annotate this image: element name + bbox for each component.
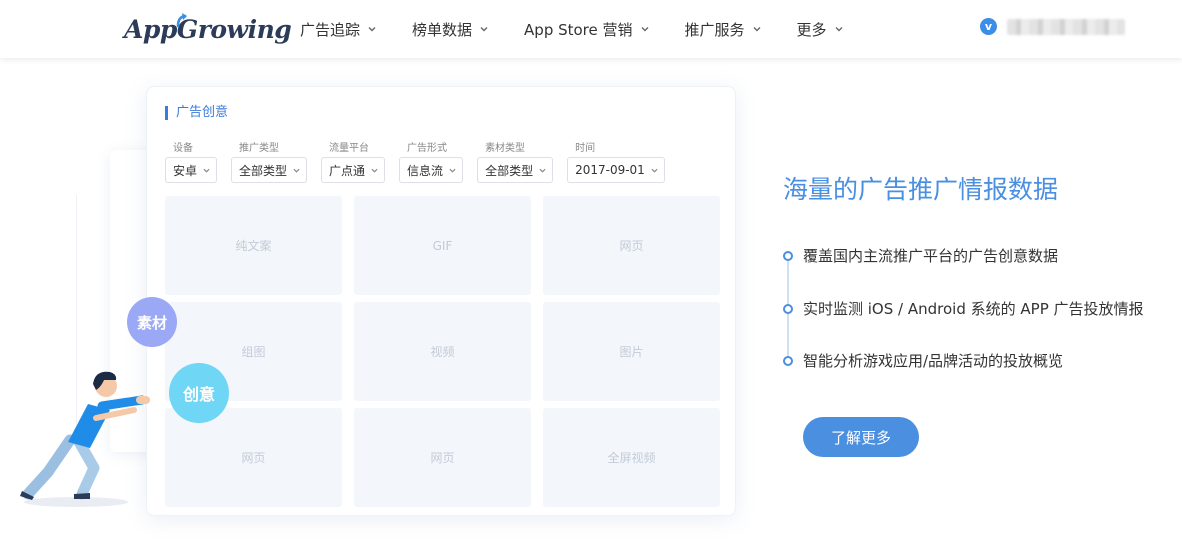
material-circle: 素材 (127, 297, 177, 347)
traffic-platform-select[interactable]: 广点通 (321, 157, 386, 183)
creative-tile[interactable]: 全屏视频 (543, 408, 720, 507)
promo-type-select[interactable]: 全部类型 (231, 157, 308, 183)
logo-arrow-icon (176, 13, 187, 28)
chevron-down-icon (641, 27, 649, 32)
creative-tile[interactable]: 网页 (543, 196, 720, 295)
select-value: 广点通 (329, 163, 366, 178)
creative-grid: 纯文案 GIF 网页 组图 视频 图片 网页 网页 全屏视频 (165, 196, 720, 507)
creative-tile[interactable]: 网页 (354, 408, 531, 507)
nav-promotion-services[interactable]: 推广服务 (685, 19, 761, 40)
feature-text: 覆盖国内主流推广平台的广告创意数据 (803, 247, 1059, 265)
learn-more-button[interactable]: 了解更多 (803, 417, 919, 457)
chevron-down-icon (368, 27, 376, 32)
select-value: 全部类型 (485, 163, 534, 178)
filter-date: 时间 2017-09-01 (567, 142, 665, 183)
device-select[interactable]: 安卓 (165, 157, 218, 183)
chevron-down-icon (835, 27, 843, 32)
chevron-down-icon (480, 27, 488, 32)
ad-format-select[interactable]: 信息流 (399, 157, 464, 183)
nav-rankings[interactable]: 榜单数据 (412, 19, 488, 40)
creative-tile[interactable]: 网页 (165, 408, 342, 507)
filter-device: 设备 安卓 (165, 142, 218, 183)
filter-ad-format: 广告形式 信息流 (399, 142, 464, 183)
feature-text: 实时监测 iOS / Android 系统的 APP 广告投放情报 (803, 300, 1144, 318)
feature-item: 智能分析游戏应用/品牌活动的投放概览 (783, 350, 1063, 371)
filter-label: 推广类型 (239, 143, 280, 154)
bullet-dot-icon (783, 250, 793, 261)
creative-tile[interactable]: GIF (354, 196, 531, 295)
top-header: App Growing 广告追踪 榜单数据 App Store 营销 推广服务 … (0, 0, 1182, 58)
pushing-person-illustration (20, 371, 150, 507)
creative-tile[interactable]: 视频 (354, 302, 531, 401)
feature-text: 智能分析游戏应用/品牌活动的投放概览 (803, 352, 1064, 370)
bullet-dot-icon (783, 303, 793, 314)
filter-promo-type: 推广类型 全部类型 (231, 142, 308, 183)
headline: 海量的广告推广情报数据 (783, 175, 1059, 204)
chevron-down-icon (753, 27, 761, 32)
filter-label: 流量平台 (329, 143, 370, 154)
nav-label: 榜单数据 (412, 20, 473, 39)
chevron-down-icon (203, 168, 210, 173)
chevron-down-icon (449, 168, 456, 173)
filter-bar: 设备 安卓 推广类型 全部类型 流量平台 广点通 广告形式 信息流 素材类型 全… (165, 142, 679, 183)
chevron-down-icon (293, 168, 300, 173)
main-nav: 广告追踪 榜单数据 App Store 营销 推广服务 更多 (300, 0, 879, 58)
vip-badge-icon: v (980, 18, 997, 35)
creative-tile[interactable]: 图片 (543, 302, 720, 401)
feature-item: 实时监测 iOS / Android 系统的 APP 广告投放情报 (783, 298, 1144, 319)
username-blurred (1007, 18, 1125, 35)
material-type-select[interactable]: 全部类型 (477, 157, 554, 183)
nav-app-store-marketing[interactable]: App Store 营销 (524, 19, 649, 40)
nav-label: 推广服务 (684, 20, 745, 39)
date-select[interactable]: 2017-09-01 (567, 157, 665, 183)
card-title: 广告创意 (165, 106, 228, 120)
filter-label: 时间 (575, 143, 596, 154)
filter-traffic-platform: 流量平台 广点通 (321, 142, 386, 183)
select-value: 全部类型 (239, 163, 288, 178)
filter-material-type: 素材类型 全部类型 (477, 142, 554, 183)
ad-creative-preview-card: 广告创意 设备 安卓 推广类型 全部类型 流量平台 广点通 广告形式 信息流 素… (146, 86, 736, 516)
chevron-down-icon (539, 168, 546, 173)
nav-label: 更多 (796, 20, 827, 39)
user-menu[interactable]: v (980, 18, 1125, 35)
nav-ad-tracking[interactable]: 广告追踪 (300, 19, 376, 40)
select-value: 安卓 (173, 163, 198, 178)
chevron-down-icon (651, 168, 658, 173)
filter-label: 设备 (173, 143, 193, 154)
select-value: 信息流 (407, 163, 444, 178)
nav-label: App Store 营销 (524, 20, 633, 39)
creative-tile[interactable]: 纯文案 (165, 196, 342, 295)
filter-label: 广告形式 (407, 143, 448, 154)
appgrowing-logo[interactable]: App Growing (124, 12, 292, 46)
chevron-down-icon (371, 168, 378, 173)
select-value: 2017-09-01 (575, 163, 645, 177)
bullet-dot-icon (783, 355, 793, 366)
filter-label: 素材类型 (485, 143, 526, 154)
creative-circle: 创意 (169, 363, 229, 423)
nav-more[interactable]: 更多 (797, 19, 843, 40)
logo-text-app: App (124, 15, 177, 44)
feature-item: 覆盖国内主流推广平台的广告创意数据 (783, 245, 1058, 266)
logo-text-growing: Growing (176, 15, 292, 44)
nav-label: 广告追踪 (300, 20, 361, 39)
